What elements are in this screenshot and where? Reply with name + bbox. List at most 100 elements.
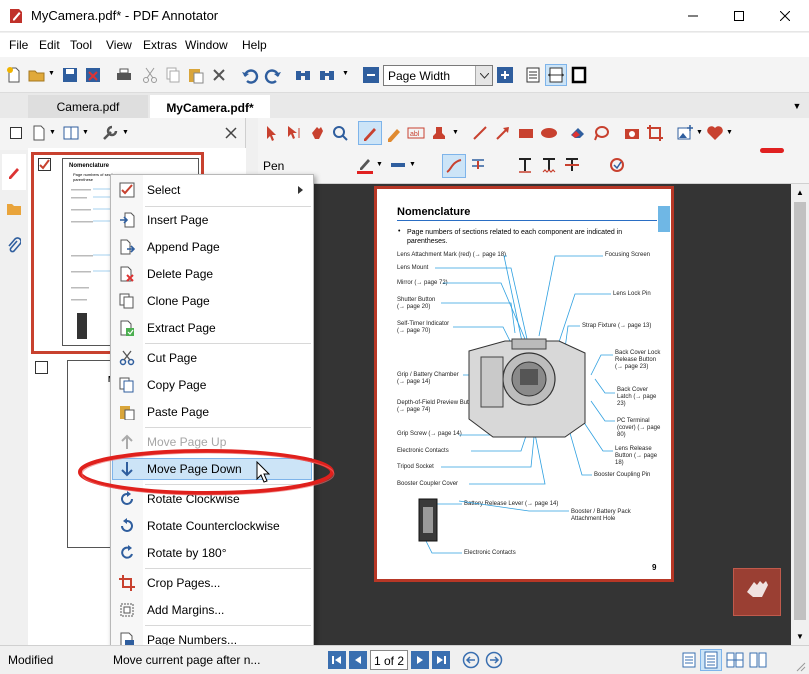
scroll-down-button[interactable]: ▼	[791, 628, 809, 645]
stamp-icon[interactable]	[430, 124, 448, 142]
tab-mycamera[interactable]: MyCamera.pdf*	[150, 95, 270, 118]
line-width-dropdown-icon[interactable]: ▼	[409, 161, 416, 168]
zoom-in-icon[interactable]	[496, 66, 514, 84]
text-underline-icon[interactable]	[540, 156, 558, 174]
maximize-button[interactable]	[716, 0, 762, 32]
scroll-up-button[interactable]: ▲	[791, 184, 809, 201]
thumbnail-2-checkbox[interactable]	[35, 361, 48, 374]
menu-item-select[interactable]	[112, 179, 312, 201]
first-page-button[interactable]	[328, 651, 346, 669]
zoom-dropdown-button[interactable]	[475, 66, 492, 85]
document-page[interactable]: Nomenclature • Page numbers of sections …	[374, 186, 674, 582]
thumbnail-1-checkbox[interactable]	[38, 158, 51, 171]
find-next-icon[interactable]	[318, 66, 336, 84]
insert-image-icon[interactable]	[676, 124, 694, 142]
recognize-icon[interactable]	[608, 156, 626, 174]
current-color-preview[interactable]	[760, 148, 784, 153]
sidebar-tab-attachments[interactable]	[2, 230, 26, 260]
delete-icon[interactable]	[210, 66, 228, 84]
straighten-icon[interactable]	[469, 156, 487, 174]
view-facing-continuous-icon[interactable]	[749, 651, 767, 669]
minimize-button[interactable]	[670, 0, 716, 32]
open-folder-icon[interactable]	[28, 66, 46, 84]
eraser-icon[interactable]	[569, 124, 587, 142]
wrench-icon[interactable]	[101, 124, 119, 142]
arrow-icon[interactable]	[494, 124, 512, 142]
menu-window[interactable]: Window	[185, 38, 228, 52]
text-box-icon[interactable]: abl	[407, 124, 425, 142]
new-document-icon[interactable]	[5, 66, 23, 84]
find-dropdown-icon[interactable]: ▼	[342, 70, 349, 77]
menu-item-paste-page[interactable]	[112, 401, 312, 423]
undo-icon[interactable]	[241, 66, 259, 84]
print-icon[interactable]	[115, 66, 133, 84]
save-icon[interactable]	[61, 66, 79, 84]
view-facing-icon[interactable]	[726, 651, 744, 669]
hand-icon[interactable]	[308, 124, 326, 142]
text-strikeout-icon[interactable]	[563, 156, 581, 174]
text-style-t-icon[interactable]	[516, 156, 534, 174]
ellipse-icon[interactable]	[540, 124, 558, 142]
menu-item-cut-page[interactable]	[112, 347, 312, 369]
menu-file[interactable]: File	[9, 38, 28, 52]
view-single-icon[interactable]	[680, 651, 698, 669]
copy-icon[interactable]	[164, 66, 182, 84]
close-sidebar-icon[interactable]	[222, 124, 240, 142]
lasso-icon[interactable]	[592, 124, 610, 142]
line-width-icon[interactable]	[389, 156, 407, 174]
favorites-dropdown-icon[interactable]: ▼	[726, 129, 733, 136]
menu-view[interactable]: View	[106, 38, 132, 52]
highlighter-icon[interactable]	[385, 124, 403, 142]
select-all-checkbox[interactable]	[10, 127, 22, 139]
menu-tool[interactable]: Tool	[70, 38, 92, 52]
image-dropdown-icon[interactable]: ▼	[696, 129, 703, 136]
menu-item-insert-page[interactable]	[112, 209, 312, 231]
menu-help[interactable]: Help	[242, 38, 267, 52]
menu-edit[interactable]: Edit	[39, 38, 60, 52]
zoom-select[interactable]: Page Width	[383, 65, 493, 86]
menu-extras[interactable]: Extras	[143, 38, 177, 52]
back-icon[interactable]	[462, 651, 480, 669]
page-indicator-field[interactable]: 1 of 2	[370, 650, 408, 670]
tabs-dropdown-button[interactable]: ▼	[788, 97, 806, 115]
camera-icon[interactable]	[623, 124, 641, 142]
line-icon[interactable]	[471, 124, 489, 142]
single-page-view-icon[interactable]	[524, 66, 542, 84]
zoom-out-icon[interactable]	[362, 66, 380, 84]
last-page-button[interactable]	[432, 651, 450, 669]
find-icon[interactable]	[294, 66, 312, 84]
vertical-scrollbar[interactable]: ▲ ▼	[791, 184, 809, 645]
next-page-button[interactable]	[411, 651, 429, 669]
scroll-thumb[interactable]	[794, 202, 806, 620]
cut-icon[interactable]	[141, 66, 159, 84]
wrench-dropdown-icon[interactable]: ▼	[122, 129, 129, 136]
zoom-tool-icon[interactable]	[331, 124, 349, 142]
close-button[interactable]	[762, 0, 808, 32]
select-arrow-icon[interactable]	[262, 124, 280, 142]
menu-item-copy-page[interactable]	[112, 374, 312, 396]
menu-item-clone-page[interactable]	[112, 290, 312, 312]
favorites-heart-icon[interactable]	[706, 124, 724, 142]
redo-icon[interactable]	[264, 66, 282, 84]
new-page-icon[interactable]	[30, 124, 48, 142]
previous-page-button[interactable]	[349, 651, 367, 669]
fullscreen-icon[interactable]	[570, 66, 588, 84]
tab-camera[interactable]: Camera.pdf	[28, 95, 148, 118]
save-as-icon[interactable]	[84, 66, 102, 84]
new-page-dropdown-icon[interactable]: ▼	[49, 129, 56, 136]
forward-icon[interactable]	[485, 651, 503, 669]
sidebar-tab-pages[interactable]	[2, 154, 26, 190]
open-dropdown-icon[interactable]: ▼	[48, 70, 55, 77]
text-select-icon[interactable]	[284, 124, 302, 142]
stamp-dropdown-icon[interactable]: ▼	[452, 129, 459, 136]
mouse-cursor-icon	[256, 461, 270, 483]
crop-icon[interactable]	[646, 124, 664, 142]
paste-icon[interactable]	[187, 66, 205, 84]
sidebar-tab-bookmarks[interactable]	[2, 194, 26, 224]
pen-color-icon[interactable]	[356, 156, 374, 174]
page-view-icon[interactable]	[62, 124, 80, 142]
page-view-dropdown-icon[interactable]: ▼	[82, 129, 89, 136]
pen-color-dropdown-icon[interactable]: ▼	[376, 161, 383, 168]
resize-grip-icon[interactable]	[794, 660, 806, 672]
rectangle-icon[interactable]	[517, 124, 535, 142]
